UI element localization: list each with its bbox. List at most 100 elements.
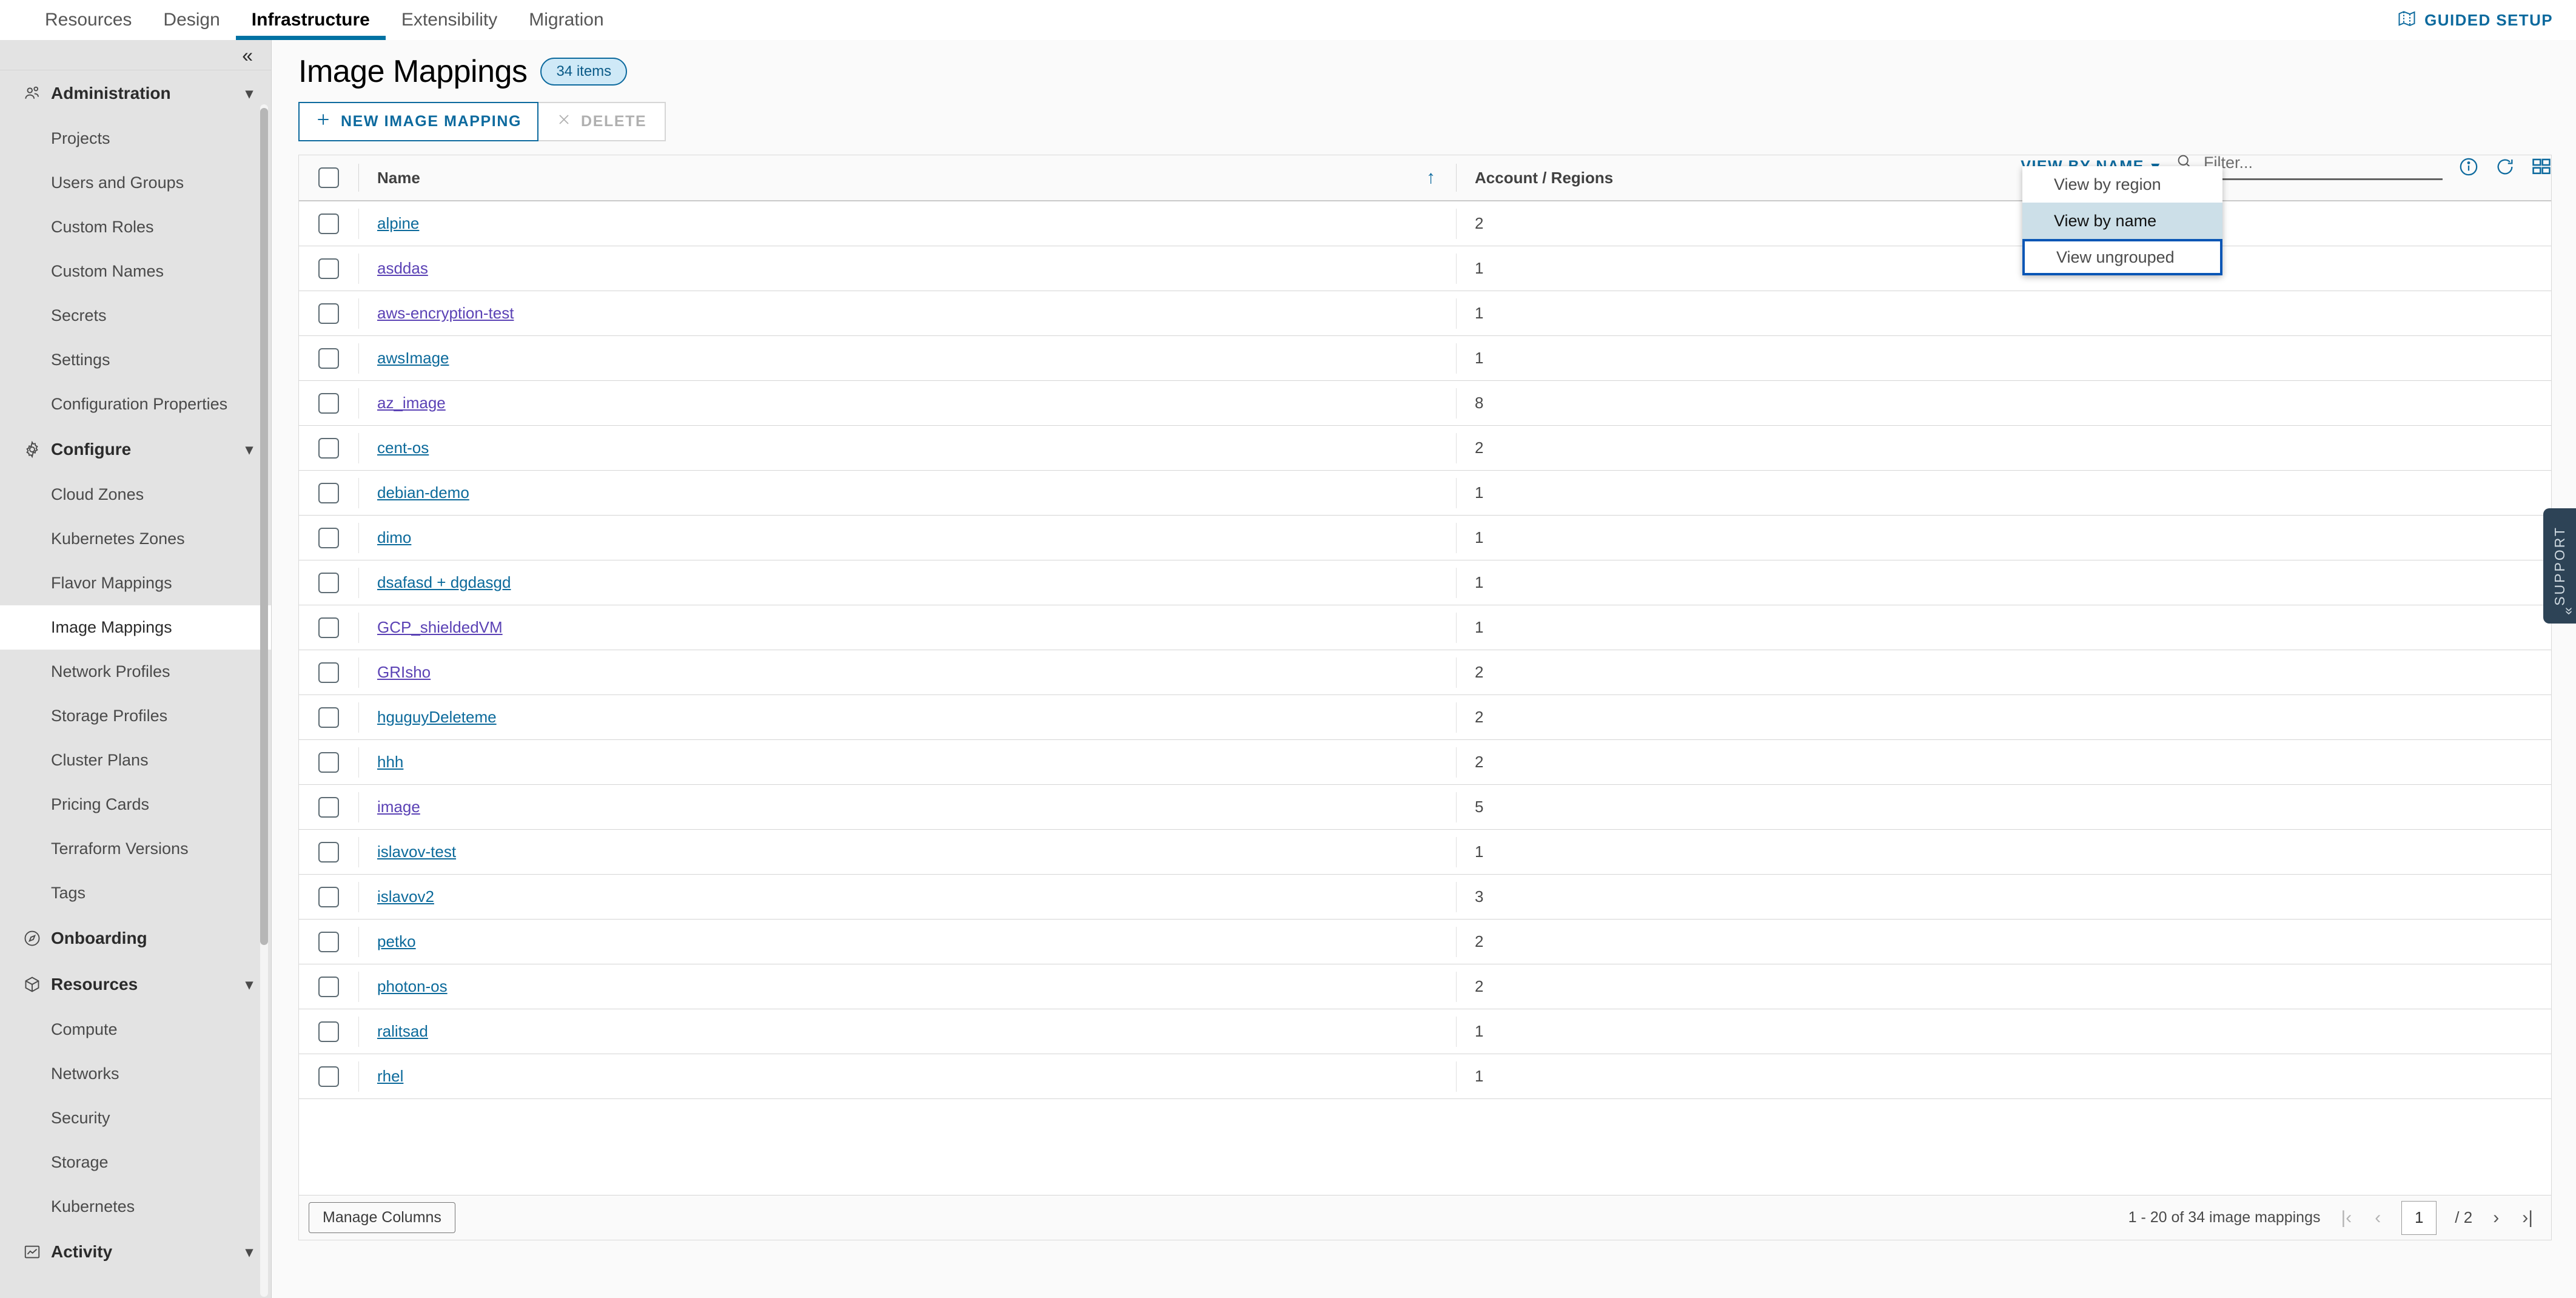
table-row[interactable]: GRIsho 2	[299, 650, 2551, 695]
table-row[interactable]: az_image 8	[299, 381, 2551, 426]
row-checkbox[interactable]	[318, 392, 339, 414]
top-nav-tab-resources[interactable]: Resources	[29, 0, 147, 40]
dropdown-option-view-by-region[interactable]: View by region	[2022, 166, 2222, 203]
top-nav-tab-migration[interactable]: Migration	[513, 0, 619, 40]
sidebar-item-custom-roles[interactable]: Custom Roles	[0, 205, 271, 249]
image-mapping-link[interactable]: aws-encryption-test	[377, 304, 514, 323]
sidebar-item-kubernetes[interactable]: Kubernetes	[0, 1185, 271, 1229]
table-row[interactable]: islavov2 3	[299, 875, 2551, 920]
row-checkbox[interactable]	[318, 707, 339, 728]
last-page-button[interactable]: ›|	[2520, 1208, 2535, 1227]
sidebar-item-flavor-mappings[interactable]: Flavor Mappings	[0, 561, 271, 605]
row-checkbox[interactable]	[318, 976, 339, 997]
sidebar-item-configuration-properties[interactable]: Configuration Properties	[0, 382, 271, 426]
image-mapping-link[interactable]: cent-os	[377, 439, 429, 457]
table-row[interactable]: hguguyDeleteme 2	[299, 695, 2551, 740]
row-checkbox[interactable]	[318, 886, 339, 907]
grid-view-icon[interactable]	[2531, 156, 2552, 177]
chevron-down-icon[interactable]: ▾	[246, 976, 253, 994]
table-row[interactable]: dsafasd + dgdasgd 1	[299, 560, 2551, 605]
sidebar-item-terraform-versions[interactable]: Terraform Versions	[0, 827, 271, 871]
row-checkbox[interactable]	[318, 841, 339, 863]
image-mapping-link[interactable]: dimo	[377, 528, 411, 547]
sidebar-item-cluster-plans[interactable]: Cluster Plans	[0, 738, 271, 782]
next-page-button[interactable]: ›	[2490, 1208, 2501, 1227]
row-checkbox[interactable]	[318, 213, 339, 234]
column-header-name[interactable]: Name ↑	[358, 164, 1456, 192]
table-row[interactable]: islavov-test 1	[299, 830, 2551, 875]
sort-ascending-icon[interactable]: ↑	[1426, 169, 1435, 187]
sidebar-item-kubernetes-zones[interactable]: Kubernetes Zones	[0, 517, 271, 561]
image-mapping-link[interactable]: awsImage	[377, 349, 449, 368]
image-mapping-link[interactable]: hguguyDeleteme	[377, 708, 497, 727]
dropdown-option-view-ungrouped[interactable]: View ungrouped	[2022, 239, 2222, 275]
sidebar-item-custom-names[interactable]: Custom Names	[0, 249, 271, 294]
table-row[interactable]: ralitsad 1	[299, 1009, 2551, 1054]
chevron-down-icon[interactable]: ▾	[246, 1243, 253, 1261]
info-circle-icon[interactable]	[2458, 156, 2479, 177]
table-row[interactable]: hhh 2	[299, 740, 2551, 785]
table-row[interactable]: petko 2	[299, 920, 2551, 964]
table-row[interactable]: GCP_shieldedVM 1	[299, 605, 2551, 650]
image-mapping-link[interactable]: az_image	[377, 394, 446, 412]
sidebar-item-security[interactable]: Security	[0, 1096, 271, 1140]
table-row[interactable]: dimo 1	[299, 516, 2551, 560]
image-mapping-link[interactable]: petko	[377, 932, 416, 951]
image-mapping-link[interactable]: photon-os	[377, 977, 448, 996]
image-mapping-link[interactable]: islavov2	[377, 887, 434, 906]
image-mapping-link[interactable]: ralitsad	[377, 1022, 428, 1041]
image-mapping-link[interactable]: GCP_shieldedVM	[377, 618, 503, 637]
sidebar-group-resources[interactable]: Resources ▾	[0, 961, 271, 1007]
row-checkbox[interactable]	[318, 1021, 339, 1042]
filter-input[interactable]	[2202, 153, 2443, 173]
sidebar-group-configure[interactable]: Configure ▾	[0, 426, 271, 472]
table-row[interactable]: debian-demo 1	[299, 471, 2551, 516]
sidebar-item-settings[interactable]: Settings	[0, 338, 271, 382]
row-checkbox[interactable]	[318, 931, 339, 952]
chevron-down-icon[interactable]: ▾	[246, 441, 253, 459]
sidebar-item-image-mappings[interactable]: Image Mappings	[0, 605, 271, 650]
top-nav-tab-extensibility[interactable]: Extensibility	[386, 0, 513, 40]
sidebar-item-users-and-groups[interactable]: Users and Groups	[0, 161, 271, 205]
sidebar-item-compute[interactable]: Compute	[0, 1007, 271, 1052]
sidebar-item-cloud-zones[interactable]: Cloud Zones	[0, 472, 271, 517]
image-mapping-link[interactable]: asddas	[377, 259, 428, 278]
table-row[interactable]: rhel 1	[299, 1054, 2551, 1099]
chevron-down-icon[interactable]: ▾	[246, 85, 253, 103]
table-row[interactable]: image 5	[299, 785, 2551, 830]
sidebar-group-onboarding[interactable]: Onboarding	[0, 915, 271, 961]
row-checkbox[interactable]	[318, 258, 339, 279]
sidebar-nav-scroll[interactable]: Administration ▾ Projects Users and Grou…	[0, 70, 271, 1297]
top-nav-tab-design[interactable]: Design	[147, 0, 235, 40]
table-row[interactable]: awsImage 1	[299, 336, 2551, 381]
image-mapping-link[interactable]: debian-demo	[377, 483, 469, 502]
sidebar-item-network-profiles[interactable]: Network Profiles	[0, 650, 271, 694]
manage-columns-button[interactable]: Manage Columns	[309, 1202, 455, 1233]
row-checkbox[interactable]	[318, 348, 339, 369]
sidebar-item-storage-profiles[interactable]: Storage Profiles	[0, 694, 271, 738]
row-checkbox[interactable]	[318, 482, 339, 503]
row-checkbox[interactable]	[318, 1066, 339, 1087]
sidebar-item-secrets[interactable]: Secrets	[0, 294, 271, 338]
image-mapping-link[interactable]: dsafasd + dgdasgd	[377, 573, 511, 592]
sidebar-group-administration[interactable]: Administration ▾	[0, 70, 271, 116]
table-row[interactable]: aws-encryption-test 1	[299, 291, 2551, 336]
row-checkbox[interactable]	[318, 527, 339, 548]
sidebar-group-activity[interactable]: Activity ▾	[0, 1229, 271, 1275]
guided-setup-button[interactable]: GUIDED SETUP	[2398, 0, 2553, 40]
sidebar-item-networks[interactable]: Networks	[0, 1052, 271, 1096]
image-mapping-link[interactable]: alpine	[377, 214, 419, 233]
sidebar-scrollbar-thumb[interactable]	[260, 108, 268, 945]
row-checkbox[interactable]	[318, 572, 339, 593]
image-mapping-link[interactable]: GRIsho	[377, 663, 431, 682]
refresh-icon[interactable]	[2495, 156, 2515, 177]
sidebar-item-pricing-cards[interactable]: Pricing Cards	[0, 782, 271, 827]
top-nav-tab-infrastructure[interactable]: Infrastructure	[236, 0, 386, 40]
row-checkbox[interactable]	[318, 617, 339, 638]
sidebar-item-tags[interactable]: Tags	[0, 871, 271, 915]
image-mapping-link[interactable]: image	[377, 798, 420, 816]
table-row[interactable]: cent-os 2	[299, 426, 2551, 471]
image-mapping-link[interactable]: hhh	[377, 753, 403, 772]
support-tab[interactable]: SUPPORT «	[2543, 508, 2576, 624]
row-checkbox[interactable]	[318, 662, 339, 683]
